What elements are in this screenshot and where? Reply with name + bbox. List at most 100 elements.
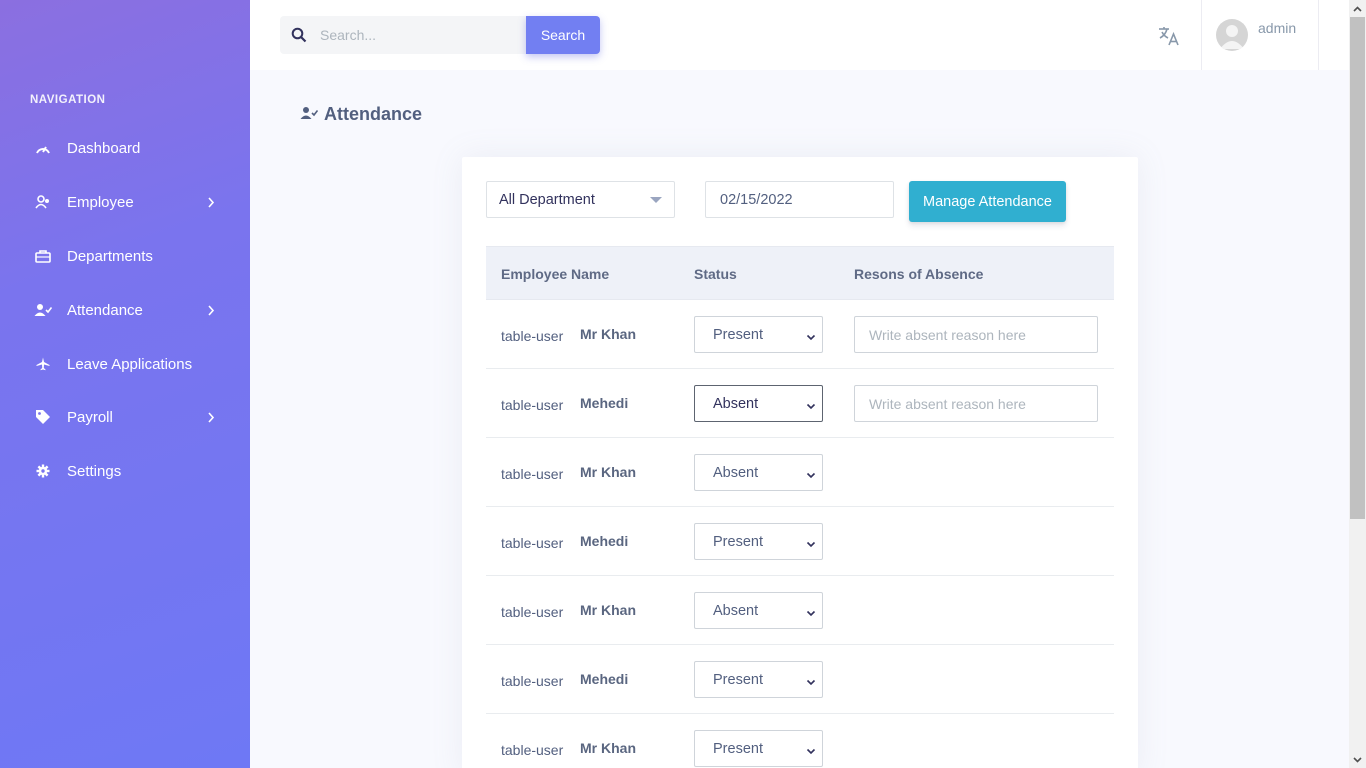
table-row: table-user Mehedi Absent [486,369,1114,438]
scroll-thumb[interactable] [1350,17,1365,519]
search-button[interactable]: Search [526,16,600,54]
users-icon [34,193,52,211]
status-select-value: Present [713,533,763,550]
divider [1318,0,1319,70]
sidebar-item-leave-applications[interactable]: Leave Applications [0,344,250,384]
table-row: table-user Mehedi Present [486,507,1114,576]
chevron-right-icon [205,196,217,208]
search-box [280,16,526,54]
table-row: table-user Mr Khan Present [486,714,1114,768]
sidebar-item-label: Attendance [67,301,143,319]
absence-reason-input[interactable] [854,385,1098,422]
chevron-down-icon [806,330,816,341]
table-row: table-user Mr Khan Absent [486,438,1114,507]
page-title: Attendance [300,104,422,125]
table-user-image: table-user [501,328,564,344]
sidebar-item-label: Departments [67,247,153,265]
sidebar-item-label: Settings [67,462,122,480]
employee-name: Mehedi [580,395,629,411]
status-select[interactable]: Present [694,730,823,767]
table-user-image: table-user [501,535,564,551]
chevron-right-icon [205,411,217,423]
scroll-up-icon[interactable] [1349,0,1366,17]
sidebar-item-payroll[interactable]: Payroll [0,397,250,437]
sidebar-item-label: Leave Applications [67,355,193,373]
sidebar-item-label: Employee [67,193,134,211]
gear-icon [34,462,52,480]
search-icon [291,27,307,43]
table-row: table-user Mr Khan Present [486,300,1114,369]
sidebar: NAVIGATION Dashboard Employee Department… [0,0,250,768]
table-user-image: table-user [501,673,564,689]
page-title-text: Attendance [324,104,423,124]
translate-icon[interactable] [1154,22,1184,50]
avatar [1216,19,1248,51]
user-check-icon [300,104,319,125]
employee-name: Mehedi [580,533,629,549]
table-header: Employee Name Status Resons of Absence [486,246,1114,300]
status-select[interactable]: Absent [694,592,823,629]
sidebar-item-dashboard[interactable]: Dashboard [0,128,250,168]
divider [1201,0,1202,70]
status-select-value: Present [713,326,763,343]
table-row: table-user Mehedi Present [486,645,1114,714]
employee-name: Mr Khan [580,602,636,618]
table-user-image: table-user [501,397,564,413]
username: admin [1258,20,1297,36]
sidebar-item-settings[interactable]: Settings [0,451,250,491]
table-user-image: table-user [501,742,564,758]
status-select[interactable]: Present [694,316,823,353]
tag-icon [34,408,52,426]
status-select-value: Absent [713,395,759,412]
employee-name: Mr Khan [580,464,636,480]
chevron-down-icon [806,744,816,755]
status-select-value: Absent [713,602,759,619]
chevron-right-icon [205,304,217,316]
employee-name: Mr Khan [580,740,636,756]
search-input[interactable] [320,16,520,54]
chevron-down-icon [806,468,816,479]
user-menu[interactable]: admin [1216,18,1316,54]
table-user-image: table-user [501,466,564,482]
status-select-value: Present [713,740,763,757]
absence-reason-input[interactable] [854,316,1098,353]
sidebar-item-label: Dashboard [67,139,141,157]
nav-heading: NAVIGATION [30,94,106,106]
column-header: Resons of Absence [854,266,984,282]
table-user-image: table-user [501,604,564,620]
manage-attendance-button[interactable]: Manage Attendance [909,181,1066,222]
status-select[interactable]: Present [694,661,823,698]
attendance-card: All Department Manage Attendance Employe… [462,157,1138,768]
status-select[interactable]: Absent [694,454,823,491]
chevron-down-icon [806,537,816,548]
sidebar-item-departments[interactable]: Departments [0,236,250,276]
status-select[interactable]: Present [694,523,823,560]
topbar: Search admin [250,0,1349,70]
plane-icon [34,355,52,373]
caret-down-icon [650,197,662,203]
employee-name: Mr Khan [580,326,636,342]
status-select[interactable]: Absent [694,385,823,422]
date-input[interactable] [705,181,894,218]
status-select-value: Present [713,671,763,688]
user-check-icon [34,301,52,319]
attendance-table: Employee Name Status Resons of Absence t… [486,246,1114,768]
table-row: table-user Mr Khan Absent [486,576,1114,645]
sidebar-item-employee[interactable]: Employee [0,182,250,222]
column-header: Status [694,266,737,282]
chevron-down-icon [806,399,816,410]
briefcase-icon [34,247,52,265]
status-select-value: Absent [713,464,759,481]
column-header: Employee Name [501,266,610,282]
chevron-down-icon [806,606,816,617]
table-body: table-user Mr Khan Present table-user Mehedi… [486,300,1114,768]
gauge-icon [34,139,52,157]
chevron-down-icon [806,675,816,686]
department-select-value: All Department [499,191,595,208]
sidebar-item-label: Payroll [67,408,113,426]
department-select[interactable]: All Department [486,181,675,218]
sidebar-item-attendance[interactable]: Attendance [0,290,250,330]
scroll-down-icon[interactable] [1349,751,1366,768]
scrollbar[interactable] [1349,0,1366,768]
employee-name: Mehedi [580,671,629,687]
